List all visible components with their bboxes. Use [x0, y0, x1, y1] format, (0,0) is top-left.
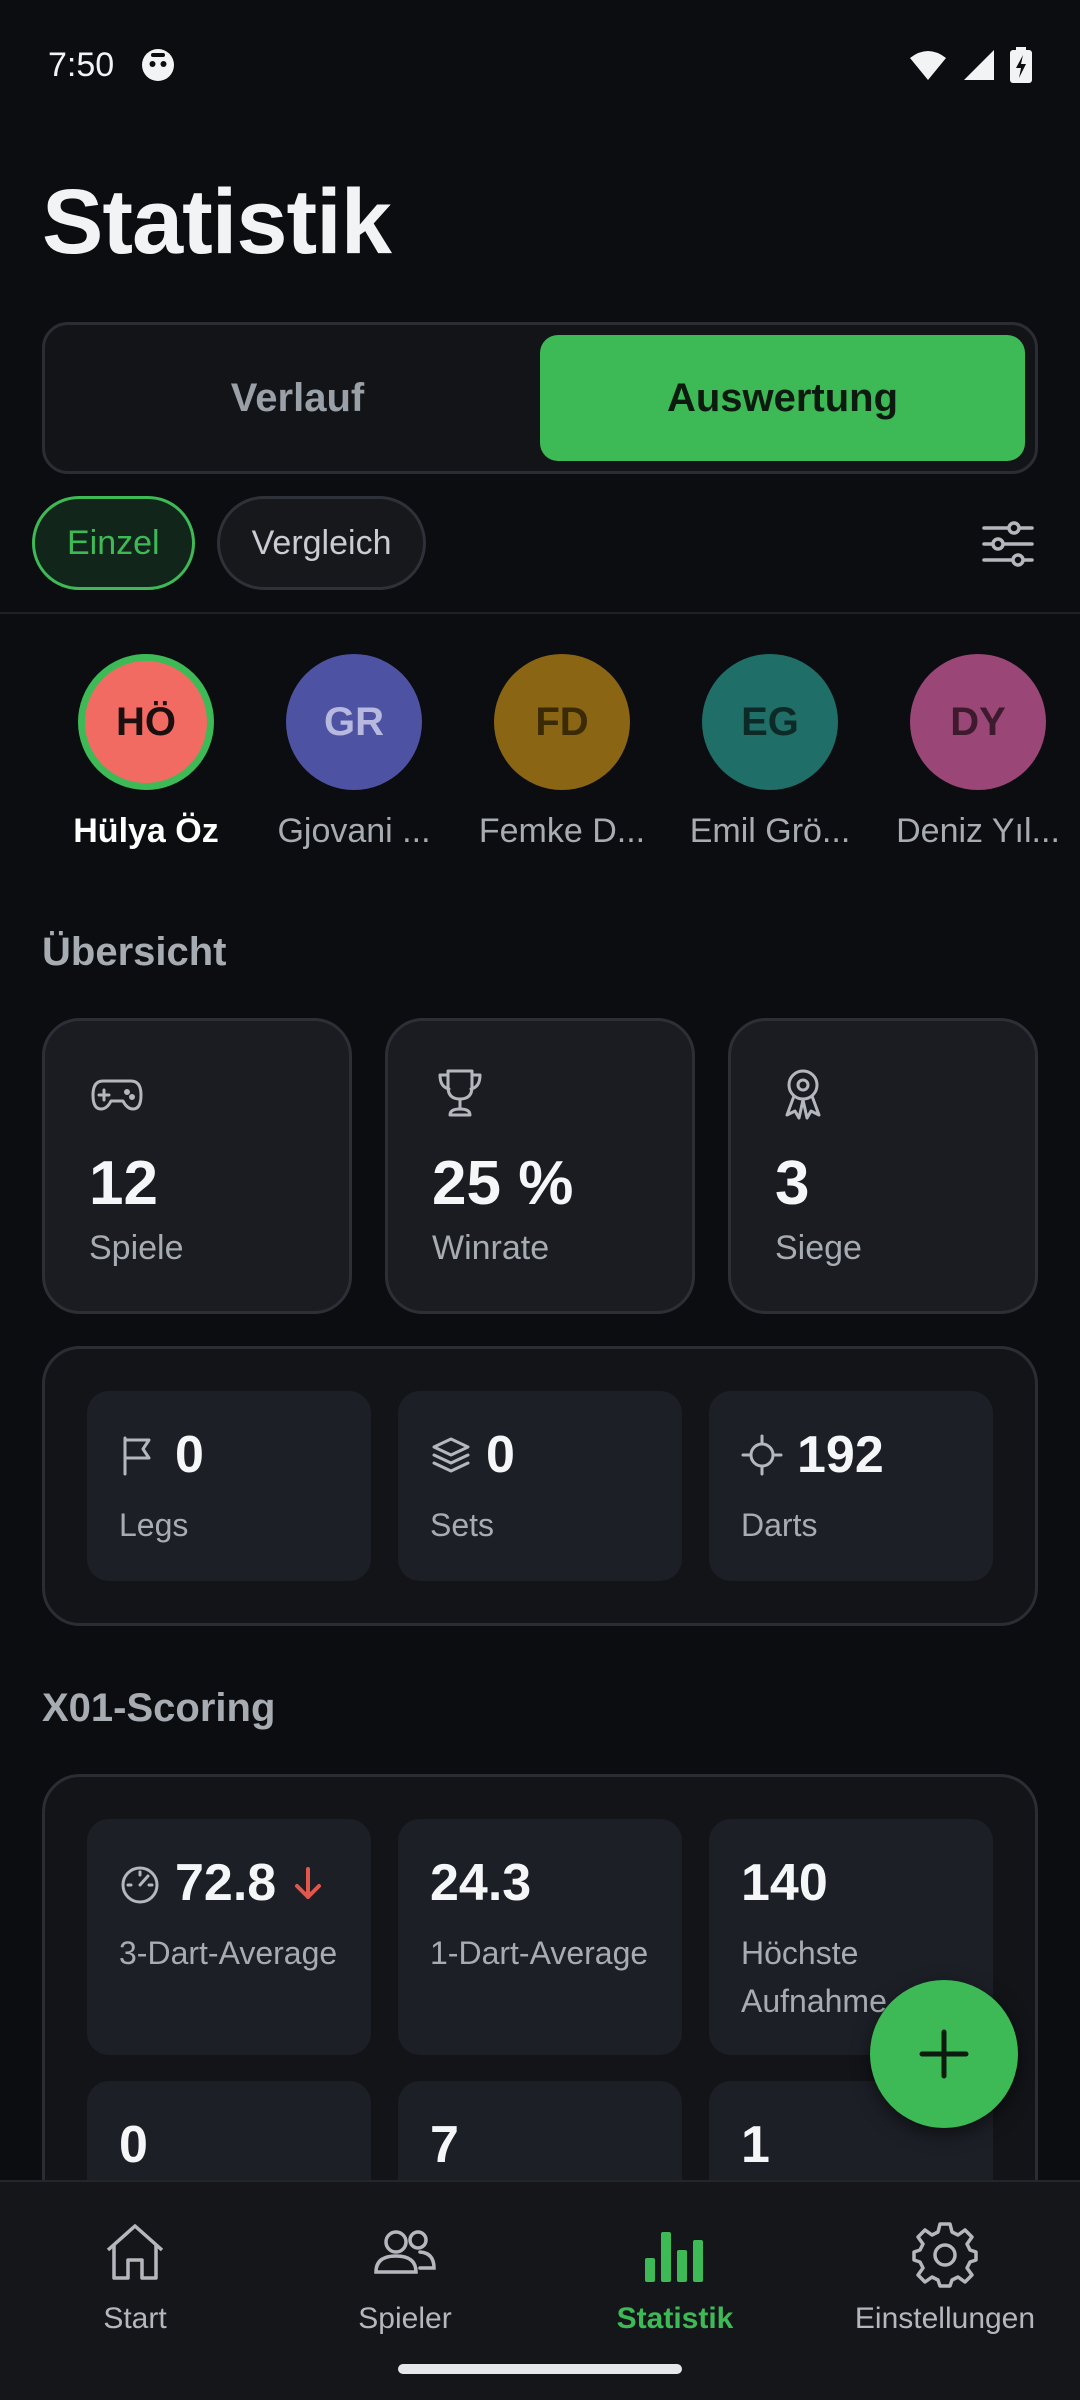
filter-icon[interactable] — [978, 514, 1038, 574]
status-time: 7:50 — [48, 45, 115, 84]
crosshair-icon — [741, 1434, 783, 1476]
avatar: FD — [494, 654, 630, 790]
mini-stat-1dart-average: 24.3 1-Dart-Average — [398, 1819, 682, 2055]
plus-icon — [919, 2029, 969, 2079]
stat-label: Legs — [119, 1507, 189, 1543]
player-name: Gjovani ... — [277, 812, 431, 850]
stat-value: 24.3 — [430, 1854, 532, 1912]
wifi-icon — [910, 51, 946, 80]
nav-label: Einstellungen — [854, 2302, 1036, 2335]
overview-detail-card: 0 Legs 0 Sets 192 Darts — [42, 1346, 1038, 1626]
stat-value: 0 — [486, 1426, 515, 1484]
trophy-icon — [438, 1069, 482, 1117]
avatar: DY — [910, 654, 1046, 790]
chip-einzel[interactable]: Einzel — [32, 496, 195, 590]
stat-label: Spiele — [89, 1229, 184, 1267]
nav-item-start[interactable]: Start — [0, 2182, 270, 2400]
layers-icon — [432, 1437, 470, 1473]
nav-label: Start — [103, 2302, 167, 2335]
stat-card-winrate: 25 % Winrate — [385, 1018, 695, 1314]
stat-value: 25 % — [432, 1149, 574, 1218]
page-title: Statistik — [42, 171, 392, 273]
player-name: Femke D... — [478, 812, 646, 850]
stat-label: 1-Dart-Average — [430, 1935, 649, 1971]
tab-auswertung[interactable]: Auswertung — [540, 335, 1025, 461]
stat-label: Siege — [775, 1229, 862, 1267]
stat-label: Darts — [741, 1507, 818, 1543]
avatar: EG — [702, 654, 838, 790]
player-item[interactable]: EG Emil Grö... — [666, 654, 874, 851]
nav-label: Spieler — [358, 2302, 452, 2335]
tab-verlauf[interactable]: Verlauf — [55, 335, 540, 461]
battery-icon — [1010, 47, 1032, 83]
stat-value: 0 — [175, 1426, 204, 1484]
gamepad-icon — [91, 1079, 143, 1111]
player-item[interactable]: FD Femke D... — [458, 654, 666, 851]
stat-value: 1 — [741, 2116, 770, 2174]
stat-label: 3-Dart-Average — [119, 1935, 338, 1971]
mini-stat-legs: 0 Legs — [87, 1391, 371, 1581]
stat-card-wins: 3 Siege — [728, 1018, 1038, 1314]
signal-icon — [964, 50, 994, 80]
stat-value: 192 — [797, 1426, 884, 1484]
stat-value: 7 — [430, 2116, 459, 2174]
status-bar: 7:50 — [0, 0, 1080, 130]
mode-chips: Einzel Vergleich — [32, 496, 427, 590]
home-icon — [106, 2224, 164, 2280]
stat-value: 140 — [741, 1854, 828, 1912]
section-title-x01: X01-Scoring — [42, 1686, 276, 1730]
mini-stat-sets: 0 Sets — [398, 1391, 682, 1581]
player-name: Hülya Öz — [73, 812, 219, 850]
users-icon — [374, 2230, 436, 2274]
stat-value: 0 — [119, 2116, 148, 2174]
avatar: HÖ — [78, 654, 214, 790]
player-name: Emil Grö... — [689, 812, 851, 850]
view-tabs: Verlauf Auswertung — [42, 322, 1038, 474]
player-selector: HÖ Hülya Öz GR Gjovani ... FD Femke D...… — [42, 654, 1080, 851]
player-item[interactable]: DY Deniz Yıl... — [874, 654, 1080, 851]
stat-label: Sets — [430, 1507, 495, 1543]
bar-chart-icon — [645, 2232, 703, 2282]
avatar: GR — [286, 654, 422, 790]
player-name: Deniz Yıl... — [896, 812, 1060, 850]
award-icon — [785, 1069, 821, 1120]
gauge-icon — [121, 1866, 159, 1904]
flag-icon — [123, 1436, 151, 1476]
stat-card-games: 12 Spiele — [42, 1018, 352, 1314]
nav-item-einstellungen[interactable]: Einstellungen — [810, 2182, 1080, 2400]
stat-value: 3 — [775, 1149, 810, 1218]
stat-label: Winrate — [432, 1229, 550, 1267]
section-title-overview: Übersicht — [42, 930, 227, 974]
gear-icon — [912, 2222, 978, 2288]
app-notification-icon — [142, 49, 175, 81]
divider — [0, 612, 1080, 614]
trend-down-icon — [295, 1867, 322, 1899]
chip-vergleich[interactable]: Vergleich — [216, 496, 427, 590]
player-item[interactable]: HÖ Hülya Öz — [42, 654, 250, 851]
home-indicator — [398, 2364, 682, 2374]
stat-value: 12 — [89, 1149, 158, 1218]
mini-stat-darts: 192 Darts — [709, 1391, 993, 1581]
mini-stat-3dart-average: 72.8 3-Dart-Average — [87, 1819, 371, 2055]
nav-label: Statistik — [616, 2302, 734, 2335]
stat-value: 72.8 — [175, 1854, 277, 1912]
player-item[interactable]: GR Gjovani ... — [250, 654, 458, 851]
add-game-button[interactable] — [870, 1980, 1018, 2128]
